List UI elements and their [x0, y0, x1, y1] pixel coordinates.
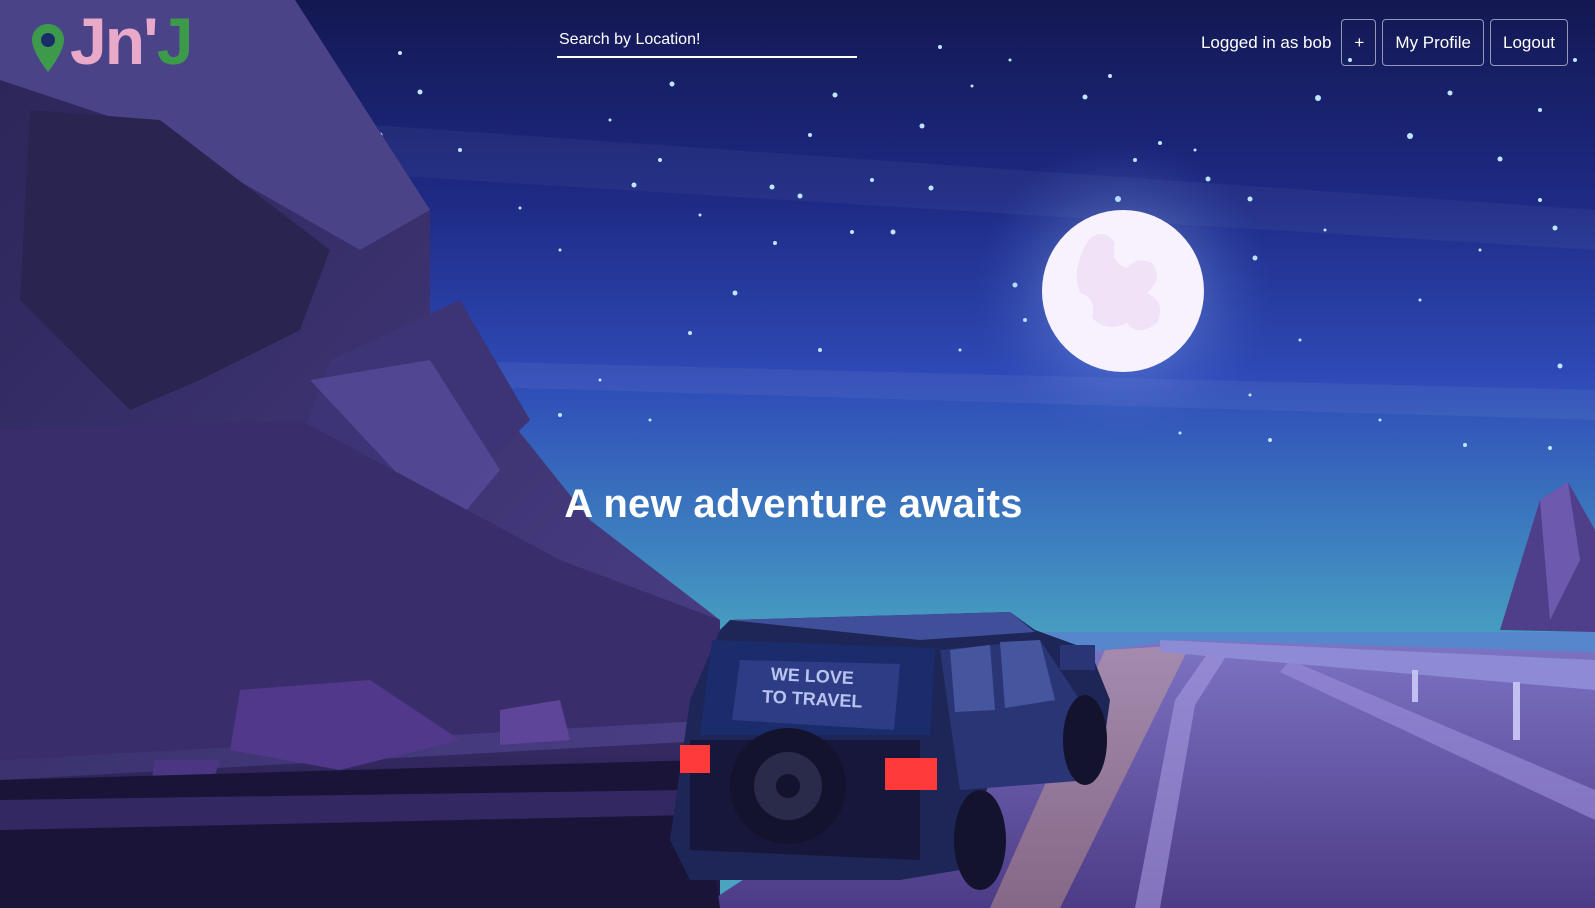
logged-in-label: Logged in as bob	[1200, 32, 1332, 52]
logo-text-part2: J	[156, 4, 194, 78]
logo-text-part1: Jn	[70, 4, 145, 78]
brand-logo[interactable]: Jn'J	[30, 8, 193, 74]
location-search-input[interactable]	[557, 26, 861, 54]
logout-button[interactable]: Logout	[1490, 19, 1568, 66]
map-pin-icon	[32, 24, 64, 72]
moon	[1042, 210, 1204, 372]
add-button[interactable]: +	[1341, 19, 1377, 66]
hero-background: WE LOVE TO TRAVEL	[0, 0, 1595, 908]
search-container	[557, 26, 861, 58]
night-road-illustration: WE LOVE TO TRAVEL	[0, 0, 1595, 908]
top-navbar: Jn'J Logged in as bob + My Profile Logou…	[0, 0, 1595, 84]
my-profile-button[interactable]: My Profile	[1382, 19, 1484, 66]
user-menu: Logged in as bob + My Profile Logout	[1201, 18, 1568, 67]
hero-title: A new adventure awaits	[564, 481, 1023, 526]
logo-apostrophe: '	[143, 4, 159, 78]
logo-wordmark: Jn'J	[70, 8, 193, 74]
